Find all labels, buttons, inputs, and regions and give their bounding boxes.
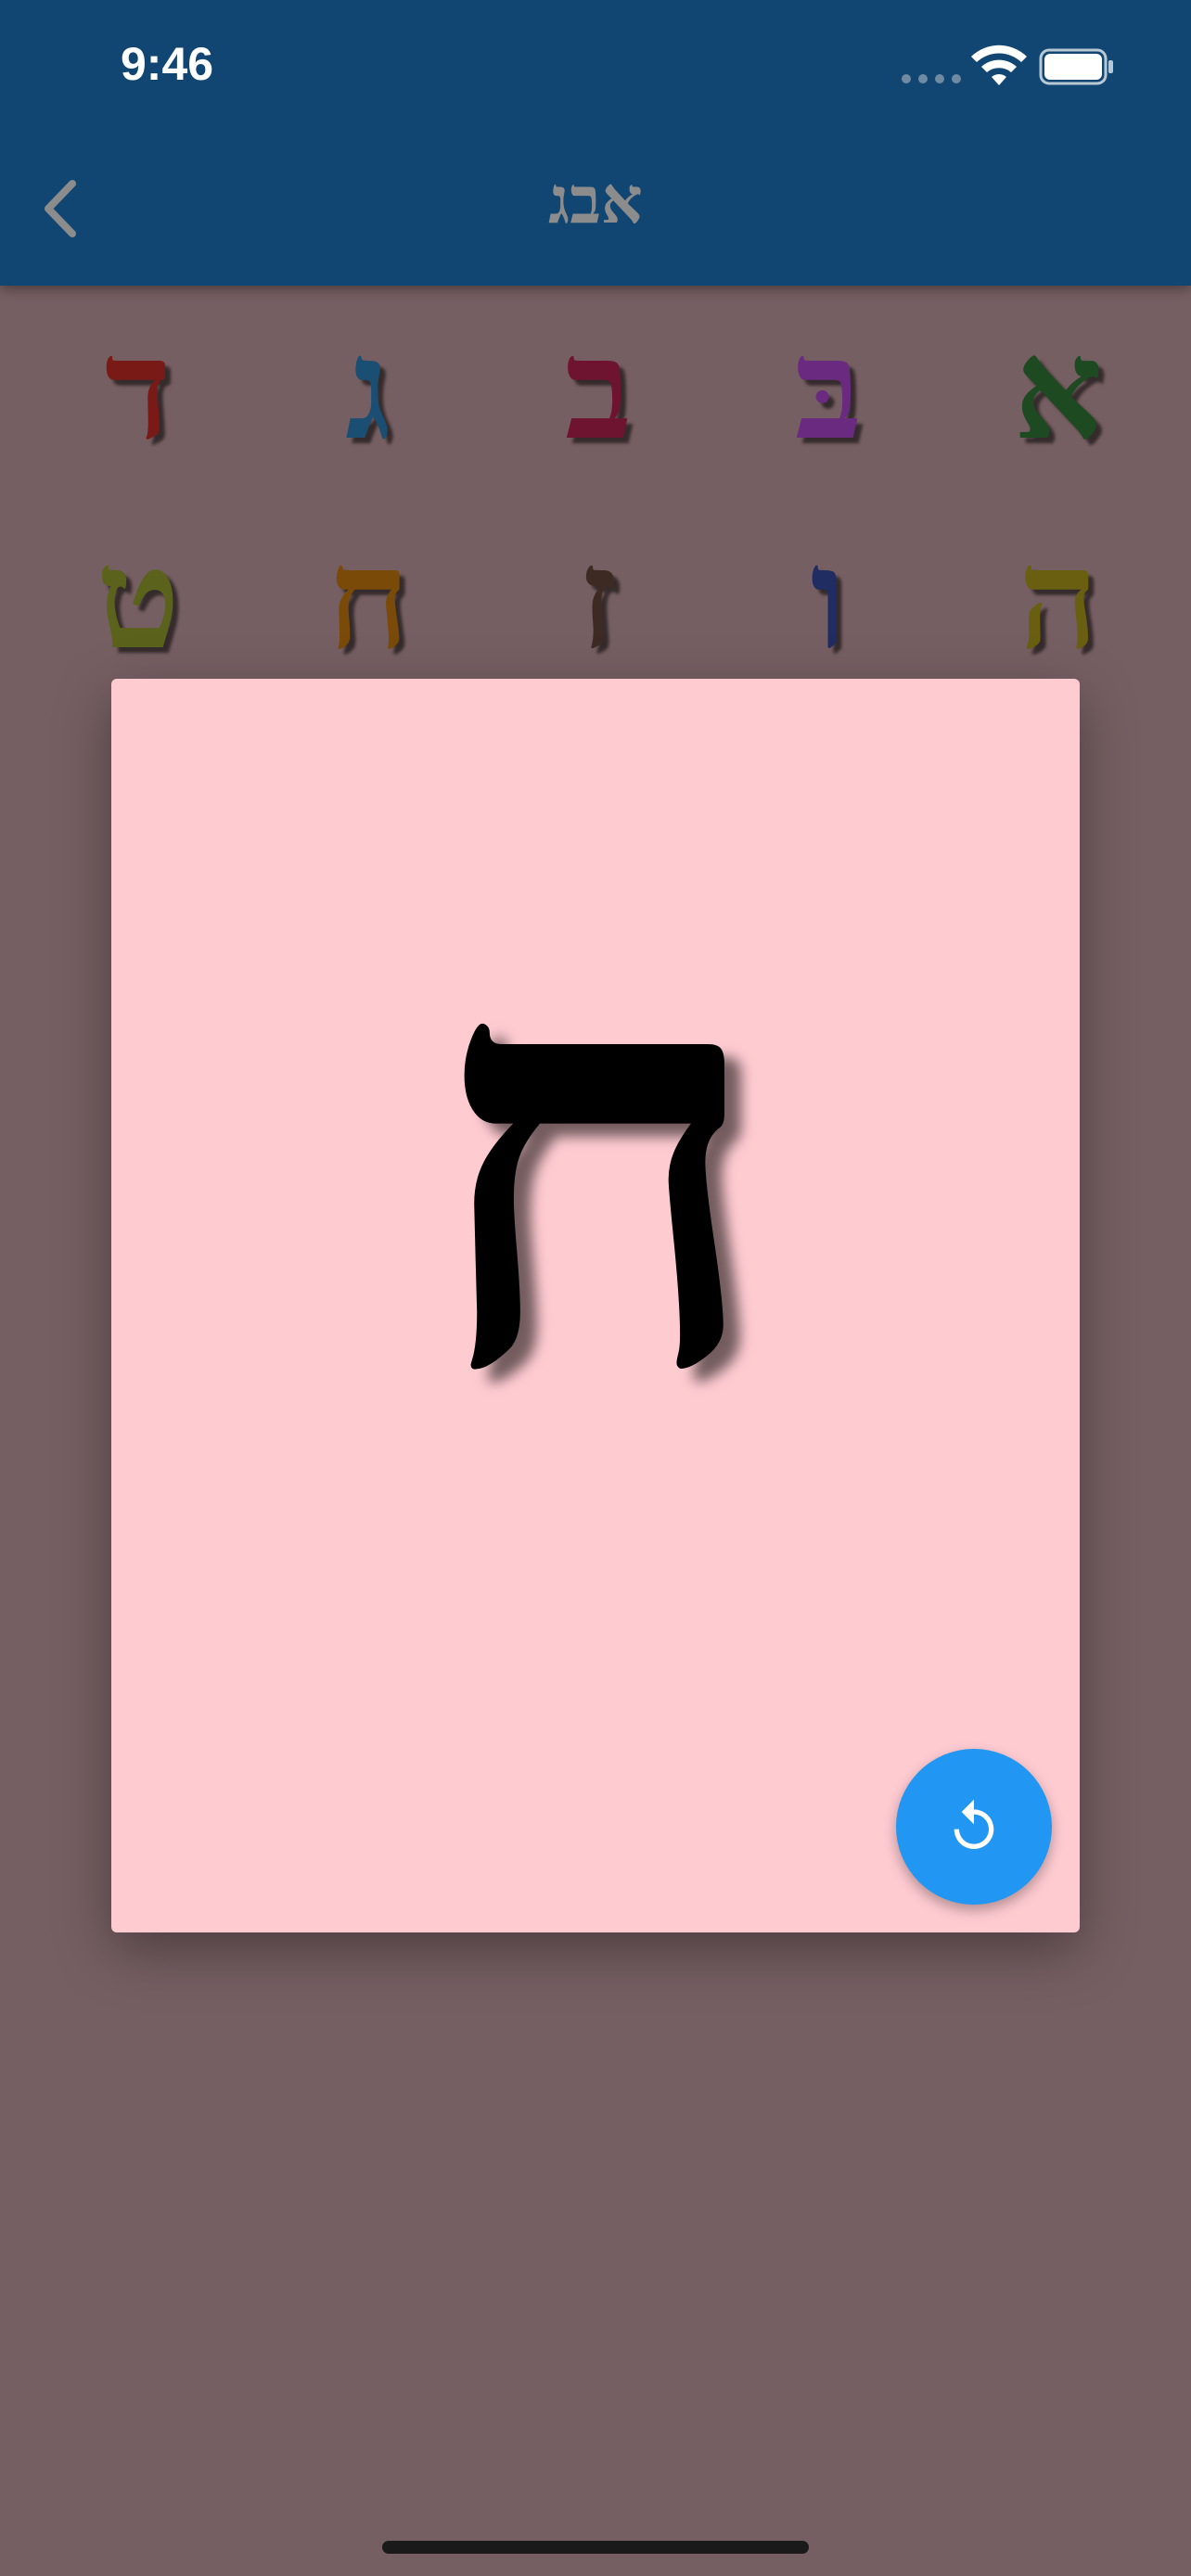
letter-tile[interactable]: ו (759, 525, 898, 673)
letter-tile[interactable]: ט (69, 525, 208, 673)
letter-card[interactable]: ח (111, 679, 1080, 1932)
replay-icon (954, 1799, 994, 1849)
letter-tile[interactable]: ה (989, 525, 1128, 673)
cellular-signal-icon (902, 74, 961, 83)
page-title: אבג (548, 161, 643, 238)
status-time: 9:46 (121, 38, 214, 90)
letter-tile[interactable]: ז (529, 525, 668, 673)
wifi-icon (971, 45, 1027, 85)
battery-icon (1039, 48, 1113, 85)
letter-tile[interactable]: ג (299, 315, 438, 464)
home-indicator[interactable] (382, 2541, 809, 2554)
letter-tile[interactable]: ד (69, 315, 208, 464)
letter-tile[interactable]: ח (299, 525, 438, 673)
letter-tile[interactable]: בּ (759, 315, 898, 464)
app-bar: 9:46 אבג (0, 0, 1191, 286)
letter-tile[interactable]: ב (529, 315, 668, 464)
replay-button[interactable] (896, 1749, 1052, 1905)
enlarged-letter: ח (425, 823, 766, 1498)
letter-tile[interactable]: א (989, 315, 1128, 464)
